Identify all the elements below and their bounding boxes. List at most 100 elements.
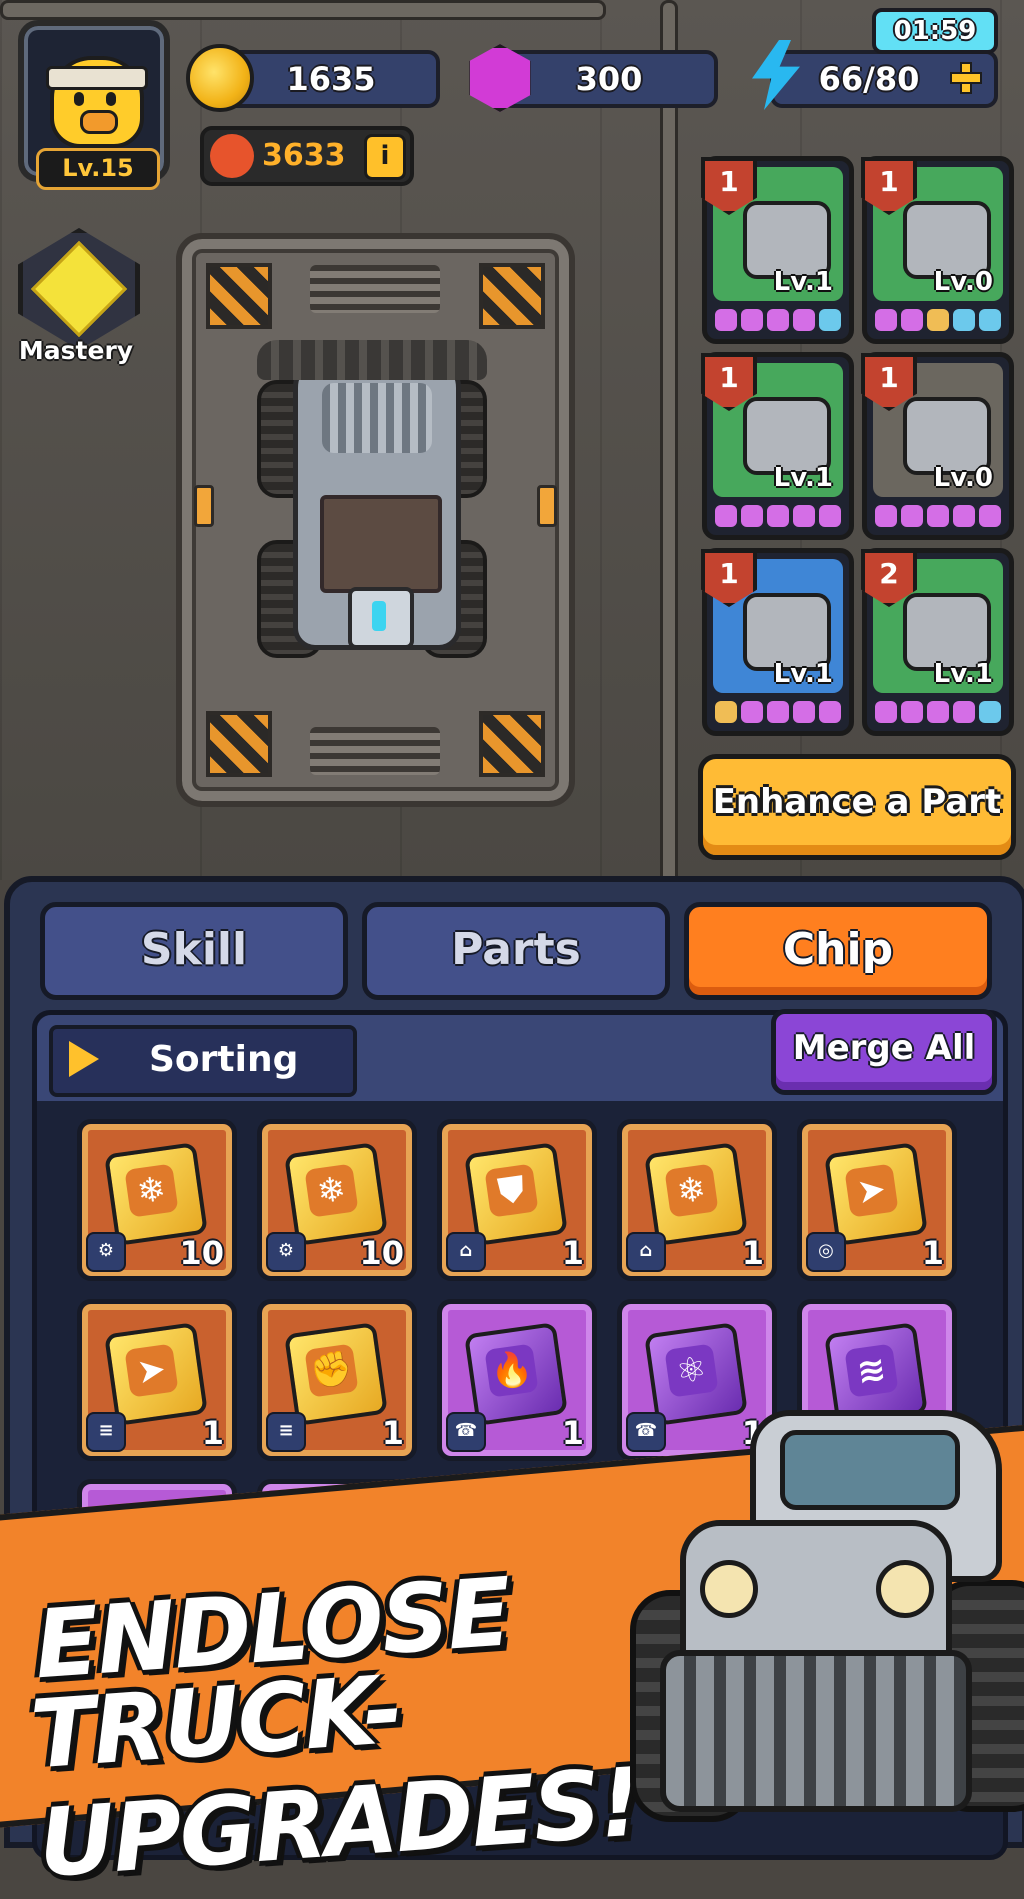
- coins-bar[interactable]: 1635: [222, 50, 440, 108]
- promo-truck-window: [780, 1430, 960, 1510]
- player-truck[interactable]: [257, 340, 487, 670]
- upgrade-pip: [875, 701, 897, 723]
- chip-tile: ❄: [644, 1142, 748, 1246]
- ceiling-pipe: [0, 0, 606, 20]
- chip-item[interactable]: ➤ ≡ 1: [77, 1299, 237, 1461]
- upgrade-pip: [767, 309, 789, 331]
- hazard-stripe: [479, 711, 545, 777]
- chip-tile: ➤: [104, 1322, 208, 1426]
- upgrade-pip: [875, 309, 897, 331]
- energy-value: 66/80: [818, 60, 920, 98]
- upgrade-pip: [953, 505, 975, 527]
- chip-item[interactable]: ❄ ⚙ 10: [77, 1119, 237, 1281]
- sorting-label: Sorting: [149, 1039, 299, 1080]
- duck-eye: [106, 92, 116, 106]
- bay-vent-bottom: [310, 727, 440, 775]
- shield-icon: ⛊: [484, 1163, 539, 1218]
- chip-quantity: 1: [561, 1234, 584, 1272]
- chip-quantity: 1: [201, 1414, 224, 1452]
- chip-tile: ❄: [104, 1142, 208, 1246]
- sorting-button[interactable]: Sorting: [49, 1025, 357, 1097]
- upgrade-pip: [767, 701, 789, 723]
- part-slot-icon: ⚙: [86, 1232, 126, 1272]
- player-level-badge: Lv.15: [36, 148, 160, 190]
- headlight-icon: [700, 1560, 758, 1618]
- chip-quantity: 1: [561, 1414, 584, 1452]
- part-slot-icon: ≡: [86, 1412, 126, 1452]
- mastery-label: Mastery: [18, 336, 134, 365]
- part-slot-icon: ⌂: [446, 1232, 486, 1272]
- chip-item[interactable]: ➤ ◎ 1: [797, 1119, 957, 1281]
- add-energy-icon[interactable]: [950, 62, 982, 94]
- part-level: Lv.1: [933, 659, 993, 689]
- upgrade-pip: [793, 505, 815, 527]
- upgrade-pip: [793, 309, 815, 331]
- wall-pipe: [660, 0, 678, 886]
- coins-value: 1635: [286, 60, 376, 98]
- sort-toolbar: Sorting Merge All: [37, 1009, 1003, 1101]
- snowflake-icon: ❄: [304, 1163, 359, 1218]
- duck-beak: [80, 110, 118, 134]
- gems-bar[interactable]: 300: [500, 50, 718, 108]
- upgrade-pip: [715, 309, 737, 331]
- upgrade-pip: [953, 309, 975, 331]
- merge-all-button[interactable]: Merge All: [771, 1009, 997, 1095]
- upgrade-pip: [715, 701, 737, 723]
- power-info-button[interactable]: i: [364, 134, 406, 180]
- part-card[interactable]: Lv.0 1: [861, 352, 1014, 540]
- part-card[interactable]: Lv.1 1: [701, 352, 854, 540]
- chip-item[interactable]: ✊ ≡ 1: [257, 1299, 417, 1461]
- part-card[interactable]: Lv.1 1: [701, 156, 854, 344]
- part-card[interactable]: Lv.1 2: [861, 548, 1014, 736]
- hazard-stripe: [206, 263, 272, 329]
- upgrade-pip: [979, 505, 1001, 527]
- part-level: Lv.1: [773, 463, 833, 493]
- part-level: Lv.1: [773, 659, 833, 689]
- headlight-icon: [876, 1560, 934, 1618]
- part-card[interactable]: Lv.0 1: [861, 156, 1014, 344]
- part-slot-icon: ≡: [266, 1412, 306, 1452]
- upgrade-pip: [901, 309, 923, 331]
- tab-skill[interactable]: Skill: [40, 902, 348, 1000]
- part-level: Lv.0: [933, 267, 993, 297]
- upgrade-pip: [819, 505, 841, 527]
- chip-item[interactable]: ⛊ ⌂ 1: [437, 1119, 597, 1281]
- headband: [46, 66, 148, 90]
- upgrade-pip: [715, 505, 737, 527]
- chip-tile: ⛊: [464, 1142, 568, 1246]
- part-upgrade-pips: [875, 505, 1005, 527]
- coin-icon: [186, 44, 254, 112]
- upgrade-pip: [901, 701, 923, 723]
- power-value: 3633: [262, 138, 346, 173]
- chip-item[interactable]: ❄ ⚙ 10: [257, 1119, 417, 1281]
- chip-tile: ➤: [824, 1142, 928, 1246]
- part-card[interactable]: Lv.1 1: [701, 548, 854, 736]
- chip-item[interactable]: 🔥 ☎ 1: [437, 1299, 597, 1461]
- spiked-bumper: [257, 340, 487, 380]
- tab-chip[interactable]: Chip: [684, 902, 992, 1000]
- promo-truck-grille: [660, 1650, 972, 1812]
- part-upgrade-pips: [715, 309, 845, 331]
- upgrade-pip: [819, 701, 841, 723]
- fist-icon: ✊: [304, 1343, 359, 1398]
- chip-tile: ✊: [284, 1322, 388, 1426]
- part-slot-icon: ⚙: [266, 1232, 306, 1272]
- part-slot-icon: ⌂: [626, 1232, 666, 1272]
- chip-quantity: 10: [179, 1234, 224, 1272]
- tab-parts[interactable]: Parts: [362, 902, 670, 1000]
- upgrade-pip: [927, 701, 949, 723]
- part-upgrade-pips: [875, 309, 1005, 331]
- chip-item[interactable]: ❄ ⌂ 1: [617, 1119, 777, 1281]
- truck-bed: [320, 495, 442, 593]
- upgrade-pip: [741, 701, 763, 723]
- upgrade-pip: [927, 309, 949, 331]
- upgrade-pip: [979, 701, 1001, 723]
- part-slot-icon: ◎: [806, 1232, 846, 1272]
- bay-lamp: [537, 485, 557, 527]
- upgrade-pip: [953, 701, 975, 723]
- upgrade-pip: [901, 505, 923, 527]
- part-upgrade-pips: [715, 505, 845, 527]
- enhance-part-button[interactable]: Enhance a Part: [698, 754, 1016, 860]
- upgrade-pip: [819, 309, 841, 331]
- truck-chassis: [293, 350, 461, 650]
